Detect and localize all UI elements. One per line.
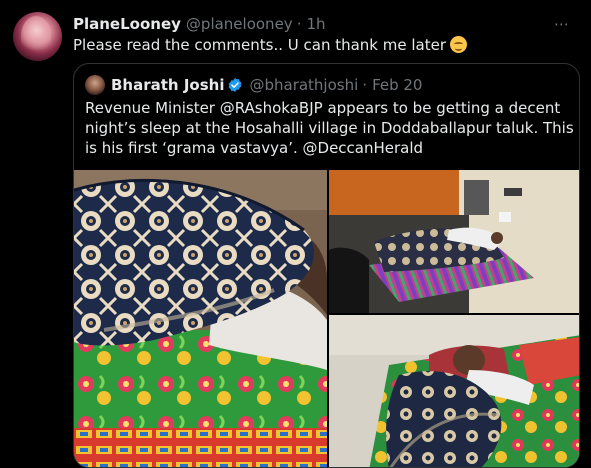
quoted-avatar: [85, 75, 105, 95]
more-options-icon[interactable]: ⋯: [549, 13, 575, 35]
user-handle[interactable]: @planelooney: [186, 15, 293, 33]
photo-3[interactable]: [329, 315, 579, 467]
quoted-separator-dot: ·: [362, 76, 368, 94]
timestamp[interactable]: 1h: [306, 15, 325, 33]
photo-2[interactable]: [329, 170, 579, 313]
tweet-header: PlaneLooney @planelooney · 1h ⋯: [73, 13, 575, 35]
avatar[interactable]: [13, 12, 62, 61]
separator-dot: ·: [296, 15, 302, 33]
relieved-face-icon: [450, 36, 468, 53]
tweet-text-content: Please read the comments.. U can thank m…: [73, 36, 447, 54]
verified-badge-icon: [227, 77, 243, 93]
quoted-tweet-card[interactable]: Bharath Joshi @bharathjoshi · Feb 20 Rev…: [73, 63, 580, 468]
photo-1[interactable]: [74, 170, 327, 467]
quoted-handle: @bharathjoshi: [249, 76, 359, 94]
quoted-tweet-header: Bharath Joshi @bharathjoshi · Feb 20: [85, 74, 422, 96]
media-grid: [74, 170, 579, 467]
tweet-text: Please read the comments.. U can thank m…: [73, 35, 581, 55]
quoted-date: Feb 20: [372, 76, 423, 94]
quoted-display-name: Bharath Joshi: [111, 76, 225, 94]
quoted-tweet-text: Revenue Minister @RAshokaBJP appears to …: [85, 99, 574, 157]
display-name[interactable]: PlaneLooney: [73, 15, 181, 33]
